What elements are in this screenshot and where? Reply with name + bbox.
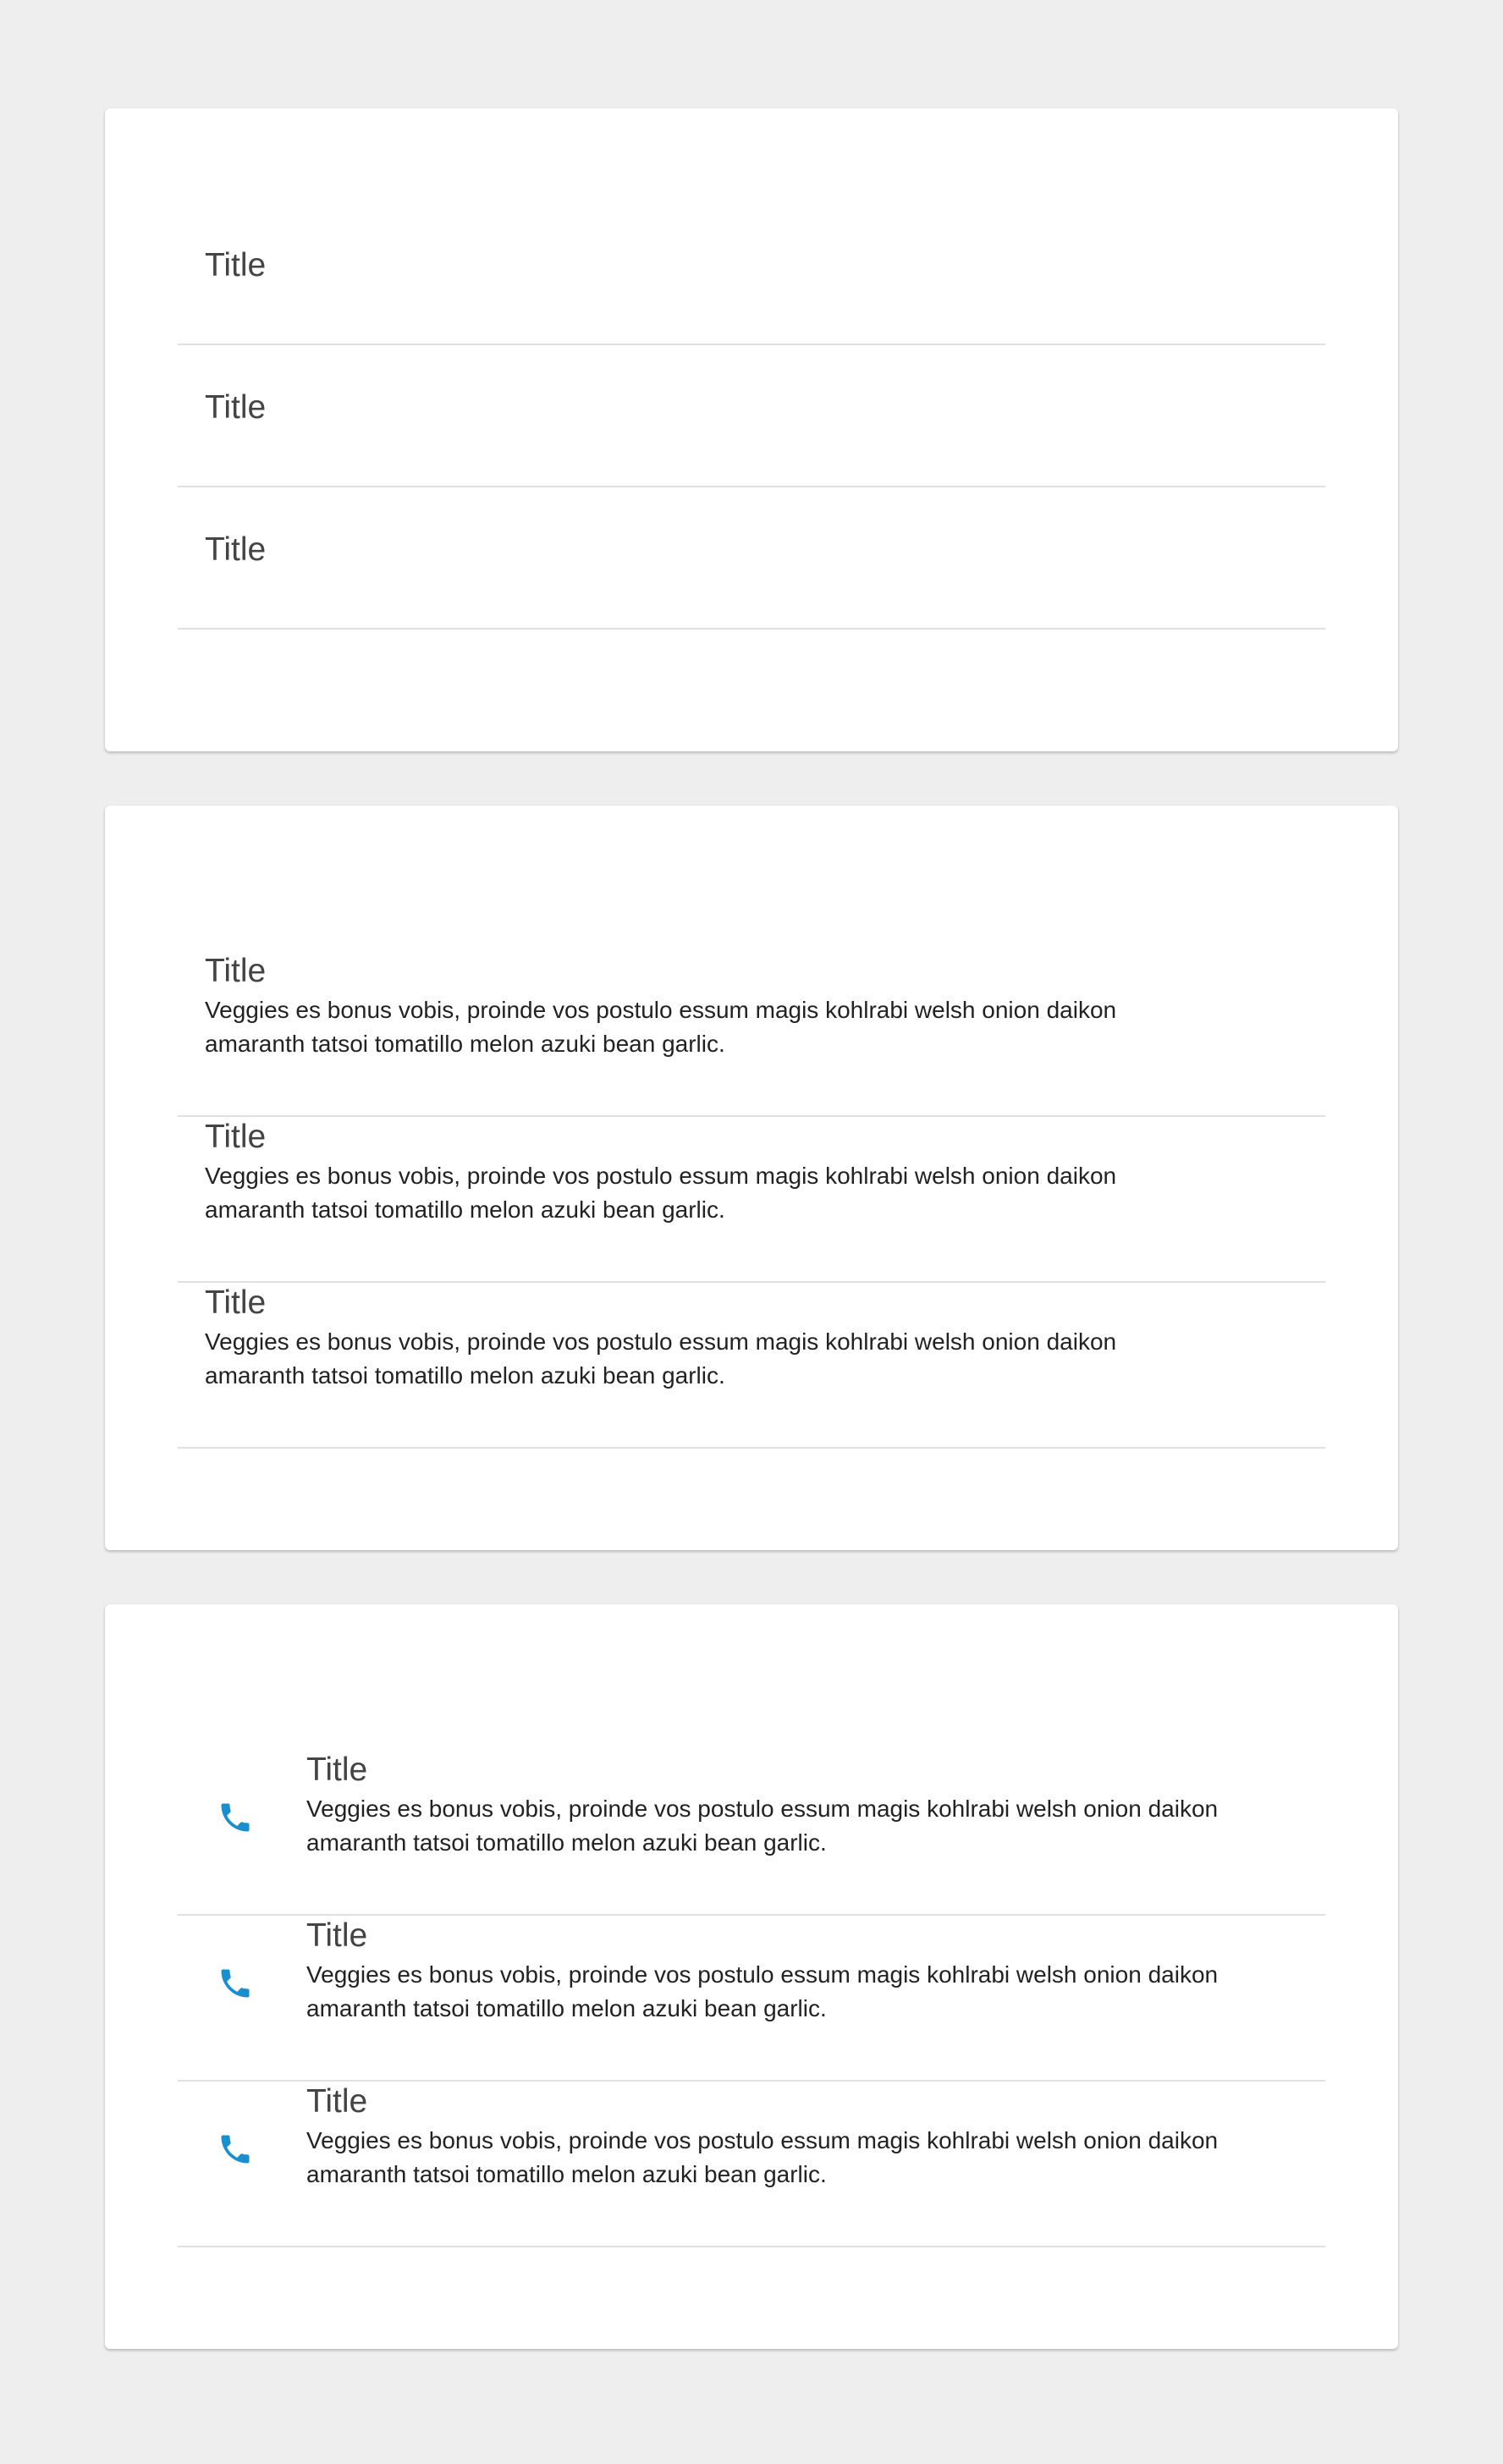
list-item[interactable]: Title Veggies es bonus vobis, proinde vo…: [178, 2082, 1325, 2247]
list-item[interactable]: Title Veggies es bonus vobis, proinde vo…: [178, 1750, 1325, 1916]
list-item-title: Title: [205, 531, 267, 568]
two-line-list: Title Veggies es bonus vobis, proinde vo…: [178, 951, 1325, 1449]
list-item[interactable]: Title: [178, 203, 1325, 345]
list-item[interactable]: Title Veggies es bonus vobis, proinde vo…: [178, 1916, 1325, 2082]
list-item-title: Title: [205, 247, 267, 283]
list-item[interactable]: Title Veggies es bonus vobis, proinde vo…: [178, 951, 1325, 1117]
list-item-title: Title: [205, 389, 267, 426]
phone-icon[interactable]: [217, 1799, 254, 1836]
list-item-title: Title: [205, 1119, 267, 1155]
two-line-list-card: Title Veggies es bonus vobis, proinde vo…: [105, 806, 1398, 1550]
list-item-body: Veggies es bonus vobis, proinde vos post…: [205, 1163, 1117, 1223]
list-item-body: Veggies es bonus vobis, proinde vos post…: [205, 997, 1117, 1057]
icon-list-card: Title Veggies es bonus vobis, proinde vo…: [105, 1604, 1398, 2349]
phone-icon[interactable]: [217, 1965, 254, 2002]
list-item-title: Title: [205, 953, 267, 989]
list-item-body: Veggies es bonus vobis, proinde vos post…: [306, 2127, 1219, 2187]
list-item-body: Veggies es bonus vobis, proinde vos post…: [205, 1328, 1117, 1389]
list-item-title: Title: [306, 1752, 368, 1788]
simple-list: Title Title Title: [178, 203, 1325, 630]
list-item-body: Veggies es bonus vobis, proinde vos post…: [306, 1961, 1219, 2021]
simple-list-card: Title Title Title: [105, 108, 1398, 751]
icon-list: Title Veggies es bonus vobis, proinde vo…: [178, 1750, 1325, 2247]
list-item-title: Title: [306, 1917, 368, 1954]
list-item-body: Veggies es bonus vobis, proinde vos post…: [306, 1796, 1219, 1856]
list-item[interactable]: Title Veggies es bonus vobis, proinde vo…: [178, 1117, 1325, 1283]
list-item-title: Title: [306, 2083, 368, 2120]
list-item[interactable]: Title Veggies es bonus vobis, proinde vo…: [178, 1283, 1325, 1449]
phone-icon[interactable]: [217, 2131, 254, 2168]
list-item[interactable]: Title: [178, 345, 1325, 487]
list-item[interactable]: Title: [178, 487, 1325, 630]
list-item-title: Title: [205, 1284, 267, 1321]
